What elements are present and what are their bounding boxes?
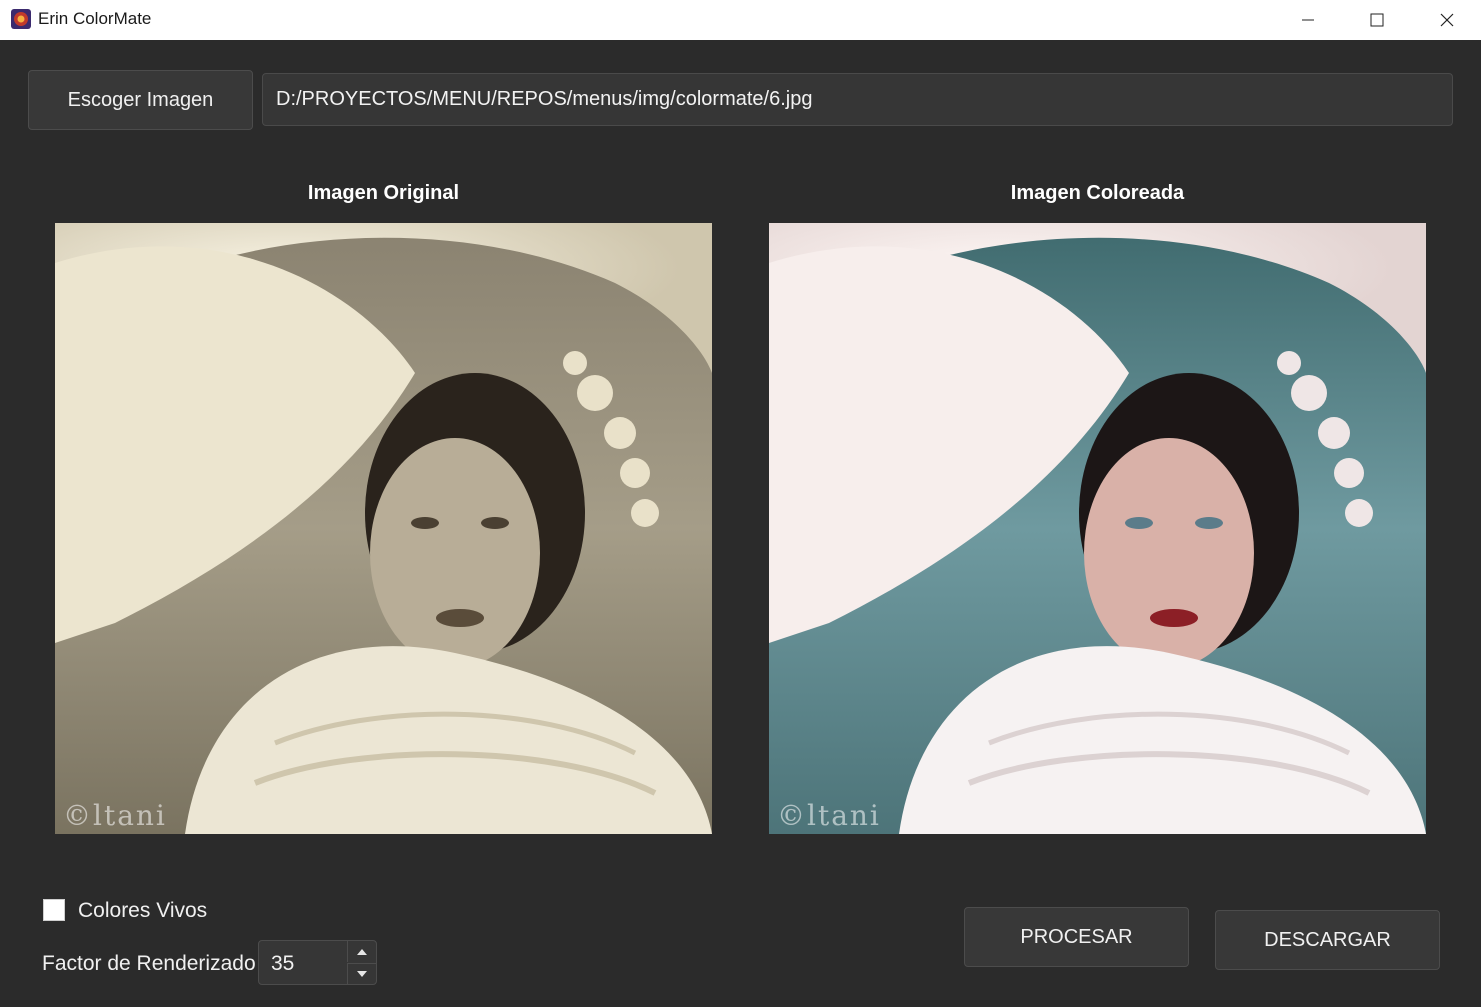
window-title: Erin ColorMate bbox=[38, 9, 152, 28]
process-button[interactable]: PROCESAR bbox=[964, 907, 1189, 967]
spin-up-icon[interactable] bbox=[347, 941, 376, 962]
vivid-colors-label[interactable]: Colores Vivos bbox=[78, 899, 207, 923]
minimize-icon[interactable] bbox=[1273, 0, 1343, 40]
render-factor-spinbox[interactable]: 35 bbox=[258, 940, 377, 985]
original-image: ©ltani bbox=[55, 223, 712, 834]
colored-image: ©ltani bbox=[769, 223, 1426, 834]
original-image-title: Imagen Original bbox=[307, 182, 460, 204]
file-path-field[interactable]: D:/PROYECTOS/MENU/REPOS/menus/img/colorm… bbox=[262, 73, 1453, 126]
download-button[interactable]: DESCARGAR bbox=[1215, 910, 1440, 970]
file-path-text: D:/PROYECTOS/MENU/REPOS/menus/img/colorm… bbox=[276, 88, 813, 110]
close-icon[interactable] bbox=[1412, 0, 1481, 40]
maximize-icon[interactable] bbox=[1342, 0, 1412, 40]
watermark-colored: ©ltani bbox=[777, 799, 881, 832]
colored-image-title: Imagen Coloreada bbox=[1010, 182, 1185, 204]
choose-image-button[interactable]: Escoger Imagen bbox=[28, 70, 253, 130]
render-factor-label: Factor de Renderizado bbox=[42, 952, 256, 975]
spin-down-icon[interactable] bbox=[347, 963, 376, 984]
render-factor-value[interactable]: 35 bbox=[271, 952, 294, 976]
title-bar: Erin ColorMate bbox=[0, 0, 1481, 40]
colormate-app-icon bbox=[10, 8, 32, 30]
watermark-original: ©ltani bbox=[63, 799, 167, 832]
vivid-colors-checkbox[interactable] bbox=[43, 899, 65, 921]
